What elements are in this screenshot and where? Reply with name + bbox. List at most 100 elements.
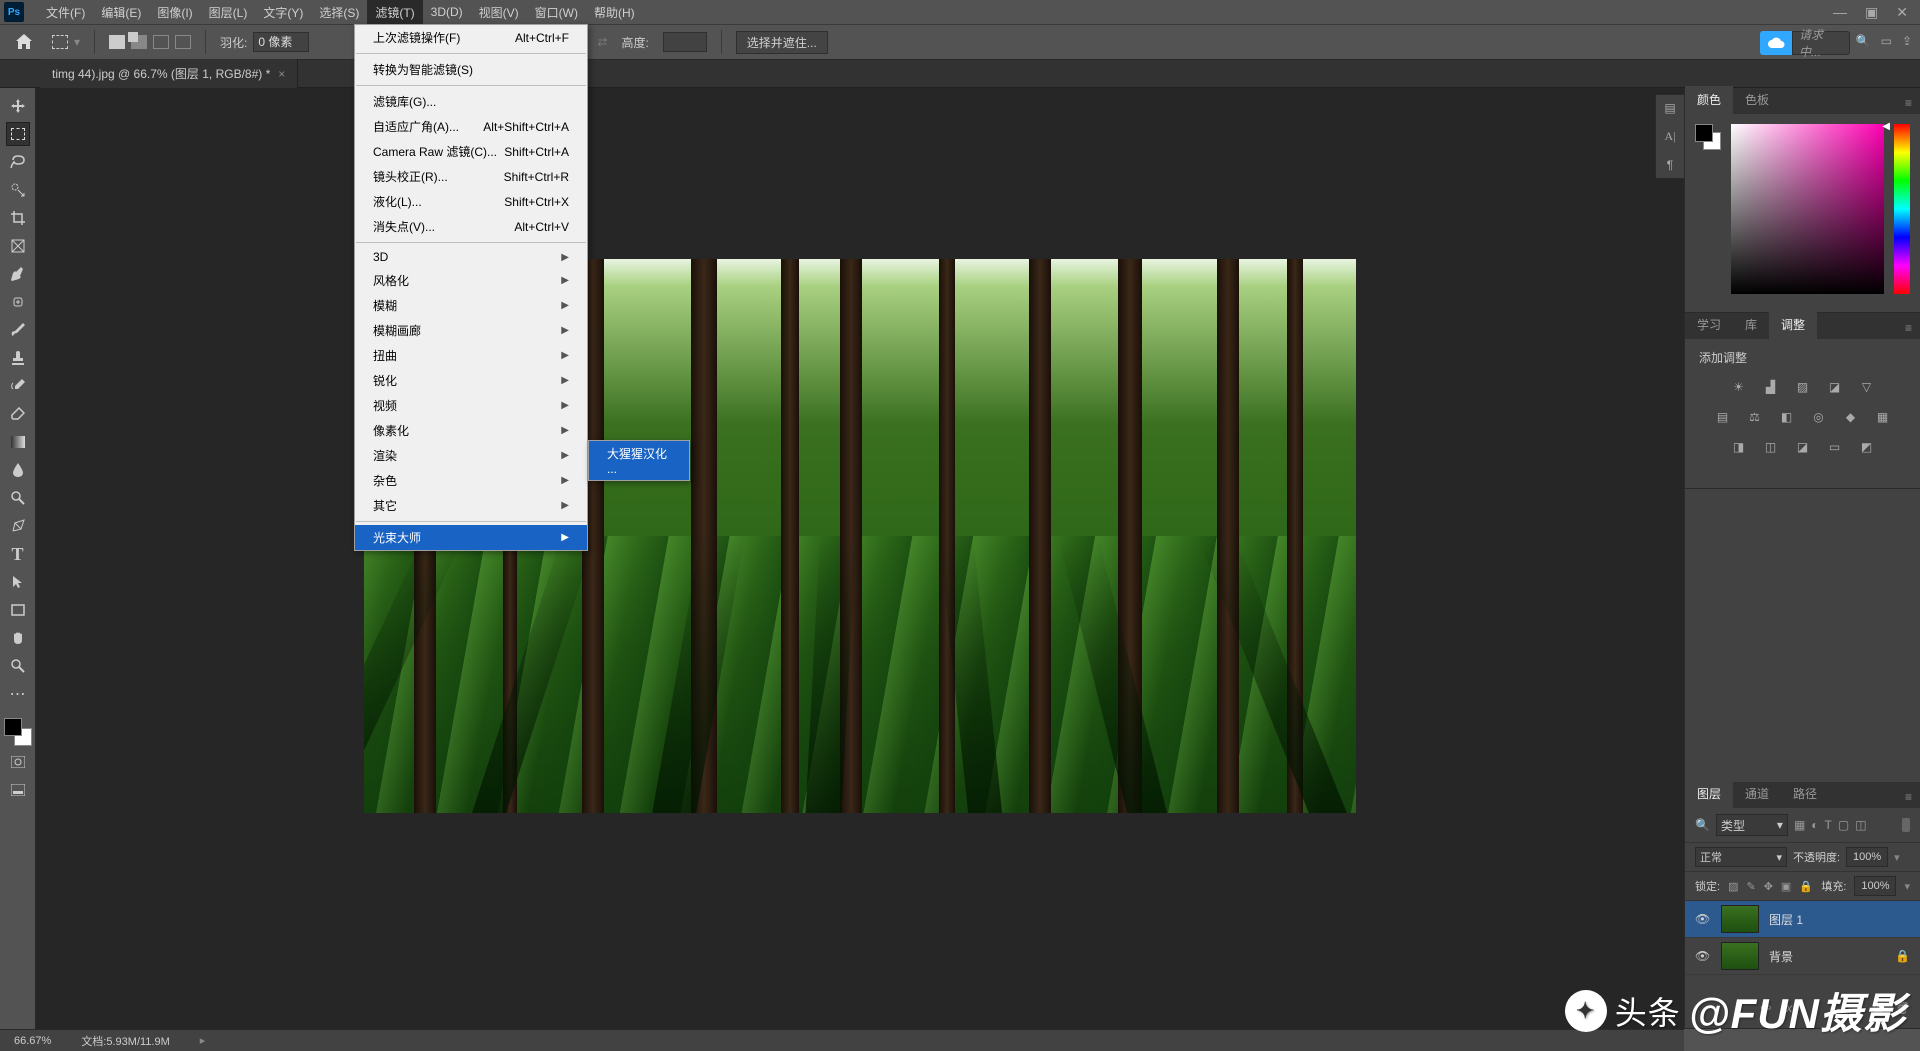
filter-distort[interactable]: 扭曲▶ bbox=[355, 343, 587, 368]
color-picker-field[interactable]: ◀ bbox=[1731, 124, 1884, 294]
adj-hue-icon[interactable]: ▤ bbox=[1713, 408, 1733, 426]
shape-tool[interactable] bbox=[6, 598, 30, 622]
adj-selective-icon[interactable]: ◩ bbox=[1857, 438, 1877, 456]
adj-mixer-icon[interactable]: ◆ bbox=[1841, 408, 1861, 426]
maximize-icon[interactable]: ▣ bbox=[1865, 4, 1878, 21]
adj-posterize-icon[interactable]: ◫ bbox=[1761, 438, 1781, 456]
filter-vanish[interactable]: 消失点(V)...Alt+Ctrl+V bbox=[355, 214, 587, 239]
eraser-tool[interactable] bbox=[6, 402, 30, 426]
lock-transparency-icon[interactable]: ▨ bbox=[1728, 880, 1738, 893]
layer-name[interactable]: 背景 bbox=[1769, 948, 1885, 965]
hue-slider[interactable] bbox=[1894, 124, 1910, 294]
cloud-button[interactable] bbox=[1760, 31, 1792, 55]
pen-tool[interactable] bbox=[6, 514, 30, 538]
filter-other[interactable]: 其它▶ bbox=[355, 493, 587, 518]
healing-tool[interactable] bbox=[6, 290, 30, 314]
filter-lens[interactable]: 镜头校正(R)...Shift+Ctrl+R bbox=[355, 164, 587, 189]
move-tool[interactable] bbox=[6, 94, 30, 118]
tab-learn[interactable]: 学习 bbox=[1685, 311, 1733, 339]
tab-adjustments[interactable]: 调整 bbox=[1769, 311, 1817, 339]
adj-vibrance-icon[interactable]: ▽ bbox=[1857, 378, 1877, 396]
tab-paths[interactable]: 路径 bbox=[1781, 780, 1829, 808]
zoom-level[interactable]: 66.67% bbox=[14, 1035, 51, 1047]
swap-icon[interactable]: ⇄ bbox=[597, 35, 607, 49]
opacity-input[interactable]: 100% bbox=[1846, 847, 1888, 867]
eyedropper-tool[interactable] bbox=[6, 262, 30, 286]
lock-artboard-icon[interactable]: ▣ bbox=[1781, 880, 1791, 893]
filter-adaptive[interactable]: 自适应广角(A)...Alt+Shift+Ctrl+A bbox=[355, 114, 587, 139]
tab-swatches[interactable]: 色板 bbox=[1733, 86, 1781, 114]
filter-blur[interactable]: 模糊▶ bbox=[355, 293, 587, 318]
adj-invert-icon[interactable]: ◨ bbox=[1729, 438, 1749, 456]
crop-tool[interactable] bbox=[6, 206, 30, 230]
layer-thumbnail[interactable] bbox=[1721, 942, 1759, 970]
filter-smart[interactable]: 转换为智能滤镜(S) bbox=[355, 57, 587, 82]
layer-item-1[interactable]: 👁 图层 1 bbox=[1685, 901, 1920, 938]
gradient-tool[interactable] bbox=[6, 430, 30, 454]
adj-photo-filter-icon[interactable]: ◎ bbox=[1809, 408, 1829, 426]
history-brush-tool[interactable] bbox=[6, 374, 30, 398]
fill-input[interactable]: 100% bbox=[1854, 876, 1896, 896]
panel-menu-icon[interactable]: ≡ bbox=[1897, 317, 1920, 339]
filter-stylize[interactable]: 风格化▶ bbox=[355, 268, 587, 293]
filter-liquify[interactable]: 液化(L)...Shift+Ctrl+X bbox=[355, 189, 587, 214]
select-subtract-icon[interactable] bbox=[153, 35, 169, 49]
menu-view[interactable]: 视图(V) bbox=[471, 0, 527, 25]
hand-tool[interactable] bbox=[6, 626, 30, 650]
search-input[interactable]: 请求中... bbox=[1792, 31, 1850, 55]
tab-channels[interactable]: 通道 bbox=[1733, 780, 1781, 808]
filter-pixelate[interactable]: 像素化▶ bbox=[355, 418, 587, 443]
color-swatch[interactable] bbox=[4, 718, 32, 746]
close-icon[interactable]: ✕ bbox=[1896, 4, 1908, 21]
panel-menu-icon[interactable]: ≡ bbox=[1897, 92, 1920, 114]
home-button[interactable] bbox=[10, 29, 38, 55]
filter-render[interactable]: 渲染▶ bbox=[355, 443, 587, 468]
filter-adjust-icon[interactable]: ◐ bbox=[1811, 818, 1818, 832]
select-and-mask-button[interactable]: 选择并遮住... bbox=[736, 31, 828, 54]
quick-select-tool[interactable] bbox=[6, 178, 30, 202]
menu-filter[interactable]: 滤镜(T) bbox=[367, 0, 422, 25]
adj-brightness-icon[interactable]: ☀ bbox=[1729, 378, 1749, 396]
marquee-icon[interactable] bbox=[52, 35, 68, 49]
doc-info[interactable]: 文档:5.93M/11.9M bbox=[81, 1033, 169, 1049]
menu-help[interactable]: 帮助(H) bbox=[586, 0, 643, 25]
lock-position-icon[interactable]: ✥ bbox=[1764, 880, 1773, 893]
menu-window[interactable]: 窗口(W) bbox=[527, 0, 586, 25]
search-icon[interactable]: 🔍 bbox=[1856, 34, 1871, 48]
filter-toggle[interactable] bbox=[1902, 818, 1910, 832]
history-panel-icon[interactable]: ▤ bbox=[1664, 101, 1675, 115]
brush-tool[interactable] bbox=[6, 318, 30, 342]
filter-pixel-icon[interactable]: ▦ bbox=[1794, 818, 1805, 832]
adj-lut-icon[interactable]: ▦ bbox=[1873, 408, 1893, 426]
menu-image[interactable]: 图像(I) bbox=[149, 0, 200, 25]
tab-libraries[interactable]: 库 bbox=[1733, 311, 1769, 339]
filter-search-icon[interactable]: 🔍 bbox=[1695, 818, 1710, 832]
share-icon[interactable]: ⇪ bbox=[1902, 34, 1912, 48]
menu-type[interactable]: 文字(Y) bbox=[255, 0, 311, 25]
char-panel-icon[interactable]: A| bbox=[1664, 129, 1675, 144]
path-select-tool[interactable] bbox=[6, 570, 30, 594]
submenu-item[interactable]: 大猩猩汉化 ... bbox=[589, 441, 689, 480]
lock-all-icon[interactable]: 🔒 bbox=[1799, 880, 1813, 893]
layer-name[interactable]: 图层 1 bbox=[1769, 911, 1910, 928]
select-add-icon[interactable] bbox=[131, 35, 147, 49]
stamp-tool[interactable] bbox=[6, 346, 30, 370]
filter-camera-raw[interactable]: Camera Raw 滤镜(C)...Shift+Ctrl+A bbox=[355, 139, 587, 164]
blur-tool[interactable] bbox=[6, 458, 30, 482]
menu-select[interactable]: 选择(S) bbox=[311, 0, 367, 25]
document-tab[interactable]: timg 44).jpg @ 66.7% (图层 1, RGB/8#) * × bbox=[40, 59, 298, 88]
quickmask-tool[interactable] bbox=[6, 750, 30, 774]
menu-layer[interactable]: 图层(L) bbox=[201, 0, 256, 25]
screenmode-tool[interactable] bbox=[6, 778, 30, 802]
panel-menu-icon[interactable]: ≡ bbox=[1897, 786, 1920, 808]
lasso-tool[interactable] bbox=[6, 150, 30, 174]
adj-bw-icon[interactable]: ◧ bbox=[1777, 408, 1797, 426]
filter-lightmaster[interactable]: 光束大师▶ bbox=[355, 525, 587, 550]
filter-noise[interactable]: 杂色▶ bbox=[355, 468, 587, 493]
adj-levels-icon[interactable]: ▟ bbox=[1761, 378, 1781, 396]
select-new-icon[interactable] bbox=[109, 35, 125, 49]
adj-curves-icon[interactable]: ▨ bbox=[1793, 378, 1813, 396]
frame-tool[interactable] bbox=[6, 234, 30, 258]
layer-filter-select[interactable]: 类型▾ bbox=[1716, 814, 1788, 836]
feather-input[interactable]: 0 像素 bbox=[253, 32, 309, 52]
